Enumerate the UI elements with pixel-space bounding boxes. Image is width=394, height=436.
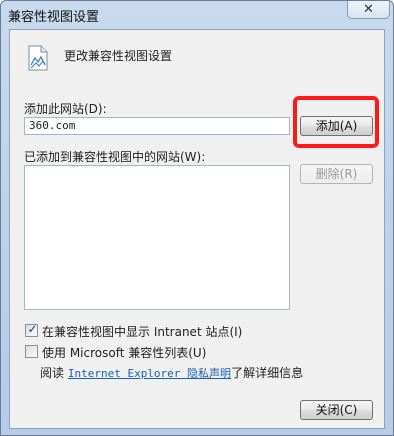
privacy-prefix: 阅读 — [40, 366, 65, 380]
intranet-checkbox[interactable]: ✓ — [25, 322, 38, 337]
window-title: 兼容性视图设置 — [8, 10, 100, 25]
title-bar[interactable]: 兼容性视图设置 ✕ — [1, 1, 393, 27]
intranet-label: 在兼容性视图中显示 Intranet 站点(I) — [42, 325, 243, 339]
privacy-statement-link[interactable]: Internet Explorer 隐私声明 — [68, 367, 231, 380]
site-list[interactable] — [24, 165, 290, 310]
ms-list-checkbox[interactable] — [25, 345, 38, 358]
remove-button[interactable]: 删除(R) — [300, 164, 373, 184]
add-site-input[interactable]: 360.com — [24, 117, 290, 135]
privacy-line: 阅读 Internet Explorer 隐私声明了解详细信息 — [40, 364, 303, 381]
checkmark-icon: ✓ — [27, 322, 38, 336]
site-list-label: 已添加到兼容性视图中的网站(W): — [24, 150, 206, 164]
ms-list-label: 使用 Microsoft 兼容性列表(U) — [42, 346, 207, 360]
privacy-suffix: 了解详细信息 — [231, 366, 304, 380]
document-settings-icon — [28, 45, 48, 71]
add-button[interactable]: 添加(A) — [300, 116, 373, 136]
compatibility-view-dialog: 兼容性视图设置 ✕ 更改兼容性视图设置 添加此网站(D): 360.com 添加… — [0, 0, 394, 436]
window-close-button[interactable]: ✕ — [347, 1, 390, 19]
dialog-body: 更改兼容性视图设置 添加此网站(D): 360.com 添加(A) 已添加到兼容… — [9, 29, 385, 429]
close-icon: ✕ — [363, 2, 374, 17]
dialog-heading: 更改兼容性视图设置 — [64, 49, 173, 63]
close-button[interactable]: 关闭(C) — [300, 400, 373, 420]
add-site-label: 添加此网站(D): — [24, 102, 107, 116]
